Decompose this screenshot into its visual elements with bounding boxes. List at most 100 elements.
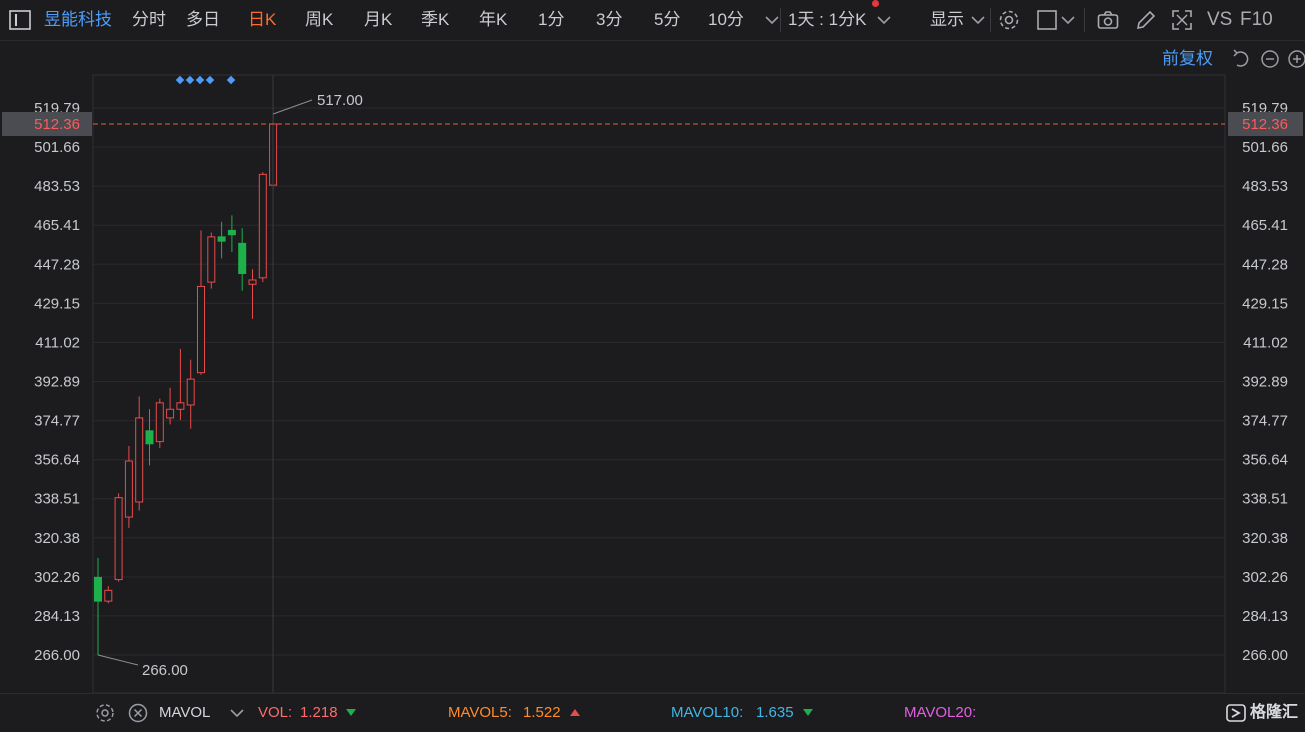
toolbar-divider [1084, 8, 1085, 32]
y-tick-label-left: 266.00 [34, 647, 80, 664]
y-tick-label-left: 302.26 [34, 569, 80, 586]
y-tick-label-left: 429.15 [34, 295, 80, 312]
y-tick-label-right: 266.00 [1242, 647, 1288, 664]
camera-icon[interactable] [1096, 8, 1120, 32]
reset-icon[interactable] [1233, 49, 1249, 67]
gear-icon[interactable] [93, 701, 117, 725]
candle-body [155, 402, 164, 443]
tab-quarterly-k[interactable]: 季K [421, 0, 449, 40]
y-tick-label-right: 447.28 [1242, 256, 1288, 273]
kline-chart[interactable]: 519.79 519.79 501.66 501.66 483.53 483.53 465.… [0, 41, 1305, 694]
zoom-in-icon[interactable] [1288, 50, 1305, 68]
notification-dot [872, 0, 879, 7]
plot-border [92, 74, 1226, 694]
adjust-mode-button[interactable]: 前复权 [1162, 49, 1213, 68]
kline-chart-svg: 519.79 519.79501.66 501.66483.53 483.53465.… [2, 49, 1305, 694]
up-arrow-icon [570, 709, 580, 716]
current-price-label-right: 512.36 [1242, 116, 1288, 133]
y-tick-label-right: 374.77 [1242, 413, 1288, 430]
chevron-down-icon[interactable] [872, 8, 896, 32]
candle-body [207, 236, 216, 283]
toolbar-divider [780, 8, 781, 32]
tab-5min[interactable]: 5分 [654, 0, 680, 40]
candle-body [176, 402, 185, 410]
candle-body [94, 576, 102, 602]
candle-body [197, 285, 205, 374]
mavol10-label: MAVOL10: [671, 704, 744, 721]
candle-body [145, 430, 154, 445]
watermark-text: 格隆汇 [1250, 704, 1299, 721]
mavol10-value: 1.635 [756, 704, 794, 721]
tab-intraday[interactable]: 分时 [132, 0, 166, 40]
toolbar-divider [990, 8, 991, 32]
down-arrow-icon [803, 709, 813, 716]
y-tick-label-left: 501.66 [34, 139, 80, 156]
chevron-down-icon[interactable] [966, 8, 990, 32]
close-icon[interactable] [126, 701, 150, 725]
y-tick-label-left: 356.64 [34, 452, 80, 469]
mavol20-label: MAVOL20: [904, 704, 977, 721]
indicator-select[interactable]: MAVOL [159, 694, 210, 732]
y-tick-label-left: 320.38 [34, 530, 80, 547]
fullscreen-icon[interactable] [1170, 8, 1194, 32]
tab-3min[interactable]: 3分 [596, 0, 622, 40]
current-price-label-left: 512.36 [34, 116, 80, 133]
vol-value: 1.218 [300, 704, 338, 721]
sidebar-toggle-icon[interactable] [8, 8, 32, 32]
tab-1min[interactable]: 1分 [538, 0, 564, 40]
y-tick-label-right: 320.38 [1242, 530, 1288, 547]
stock-name[interactable]: 昱能科技 [44, 0, 112, 40]
event-marker[interactable] [185, 75, 195, 85]
candle-body [248, 279, 257, 285]
vs-button[interactable]: VS [1207, 0, 1232, 40]
y-tick-label-left: 465.41 [34, 217, 80, 234]
candle-body [114, 497, 123, 581]
candle-body [124, 460, 133, 518]
event-marker[interactable] [226, 75, 236, 85]
pencil-icon[interactable] [1134, 8, 1158, 32]
tab-monthly-k[interactable]: 月K [364, 0, 392, 40]
y-tick-label-left: 447.28 [34, 256, 80, 273]
candle-body [166, 408, 175, 419]
tab-multi-day[interactable]: 多日 [186, 0, 220, 40]
tab-daily-k[interactable]: 日K [248, 0, 276, 40]
down-arrow-icon [346, 709, 356, 716]
event-marker[interactable] [175, 75, 185, 85]
display-menu[interactable]: 显示 [930, 0, 964, 40]
candle-body [104, 589, 113, 602]
y-tick-label-right: 338.51 [1242, 491, 1288, 508]
event-markers[interactable] [175, 75, 236, 85]
candle-body [135, 417, 144, 503]
event-marker[interactable] [205, 75, 215, 85]
candle-body [238, 242, 247, 275]
tab-weekly-k[interactable]: 周K [305, 0, 333, 40]
y-tick-label-right: 302.26 [1242, 569, 1288, 586]
y-tick-label-left: 338.51 [34, 491, 80, 508]
volume-indicator-bar: MAVOL VOL: 1.218 MAVOL5: 1.522 MAVOL10: … [0, 693, 1305, 732]
y-tick-label-right: 465.41 [1242, 217, 1288, 234]
interval-select[interactable]: 1天 : 1分K [788, 0, 866, 40]
mavol5-label: MAVOL5: [448, 704, 512, 721]
y-tick-label-right: 411.02 [1243, 334, 1288, 351]
chevron-down-icon[interactable] [225, 701, 249, 725]
y-tick-label-left: 392.89 [34, 374, 80, 391]
gear-icon[interactable] [997, 8, 1021, 32]
y-tick-label-right: 284.13 [1242, 608, 1288, 625]
tab-yearly-k[interactable]: 年K [479, 0, 507, 40]
y-tick-label-right: 483.53 [1242, 178, 1288, 195]
y-tick-label-right: 392.89 [1242, 374, 1288, 391]
y-tick-label-left: 374.77 [34, 413, 80, 430]
candle-body [186, 378, 195, 406]
chevron-down-icon[interactable] [1056, 8, 1080, 32]
event-marker[interactable] [195, 75, 205, 85]
zoom-out-icon[interactable] [1261, 50, 1279, 68]
y-tick-label-left: 411.02 [35, 334, 80, 351]
chart-toolbar: 昱能科技 分时 多日 日K 周K 月K 季K 年K 1分 3分 5分 10分 1… [0, 0, 1305, 41]
low-annotation-label: 266.00 [142, 662, 188, 679]
gelonghui-logo-icon [1226, 704, 1246, 722]
y-tick-label-left: 284.13 [34, 608, 80, 625]
tab-10min[interactable]: 10分 [708, 0, 744, 40]
mavol5-value: 1.522 [523, 704, 561, 721]
f10-button[interactable]: F10 [1240, 0, 1273, 40]
candle-body [217, 236, 226, 242]
